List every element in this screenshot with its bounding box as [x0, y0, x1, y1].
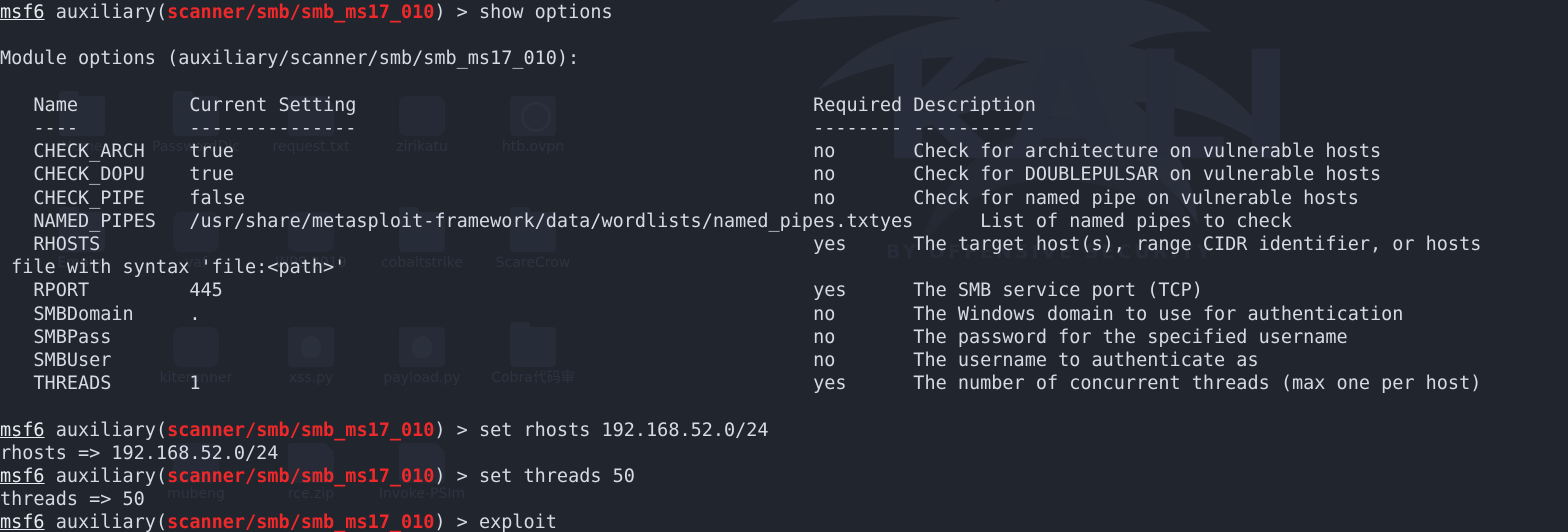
prompt-module: scanner/smb/smb_ms17_010: [167, 2, 434, 23]
rhosts-wrap-line-text: file with syntax 'file:<path>': [0, 257, 345, 278]
prompt-caret: ) >: [434, 420, 479, 441]
table-row: SMBPass no The password for the specifie…: [0, 326, 1348, 349]
table-row: NAMED_PIPES /usr/share/metasploit-framew…: [0, 210, 1292, 233]
module-options-header: Module options (auxiliary/scanner/smb/sm…: [0, 47, 579, 70]
prompt-module: scanner/smb/smb_ms17_010: [167, 512, 434, 532]
table-row-text: SMBPass no The password for the specifie…: [0, 327, 1348, 348]
table-rule-row-text: ---- --------------- -------- ----------…: [0, 118, 1036, 139]
command-text: exploit: [479, 512, 557, 532]
table-row-text: NAMED_PIPES /usr/share/metasploit-framew…: [0, 211, 1292, 232]
table-row-text: RHOSTS yes The target host(s), range CID…: [0, 234, 1481, 255]
echo-rhosts-text: rhosts => 192.168.52.0/24: [0, 443, 278, 464]
prompt-caret: ) >: [434, 512, 479, 532]
desktop-icon-label: Invoke-PSIm: [379, 486, 465, 502]
desktop-icon-label: mubeng: [167, 486, 225, 502]
module-options-header-text: Module options (auxiliary/scanner/smb/sm…: [0, 48, 579, 69]
prompt-module: scanner/smb/smb_ms17_010: [167, 420, 434, 441]
table-row-text: CHECK_ARCH true no Check for architectur…: [0, 141, 1381, 162]
prompt-line-set-rhosts: msf6 auxiliary(scanner/smb/smb_ms17_010)…: [0, 419, 769, 442]
desktop-icon-label: ScareCrow: [496, 255, 570, 271]
prompt-line-show-options: msf6 auxiliary(scanner/smb/smb_ms17_010)…: [0, 1, 613, 24]
command-text: set threads 50: [479, 466, 635, 487]
table-row: RHOSTS yes The target host(s), range CID…: [0, 233, 1481, 256]
prompt-line-exploit: msf6 auxiliary(scanner/smb/smb_ms17_010)…: [0, 511, 557, 532]
prompt-shell: msf6: [0, 2, 45, 23]
desktop-icon-label: cobaltstrike: [381, 255, 463, 271]
table-row-text: RPORT 445 yes The SMB service port (TCP): [0, 280, 1203, 301]
rhosts-wrap-line: file with syntax 'file:<path>': [0, 256, 345, 279]
table-row: THREADS 1 yes The number of concurrent t…: [0, 372, 1481, 395]
prompt-shell: msf6: [0, 420, 45, 441]
table-header-row: Name Current Setting Required Descriptio…: [0, 94, 1036, 117]
echo-threads-text: threads => 50: [0, 489, 145, 510]
prompt-context: auxiliary(: [45, 2, 168, 23]
table-row-text: CHECK_DOPU true no Check for DOUBLEPULSA…: [0, 164, 1381, 185]
terminal-window[interactable]: KALI BY OFFENSIVE SECURITY HomePasswordD…: [0, 0, 1568, 532]
table-row-text: CHECK_PIPE false no Check for named pipe…: [0, 188, 1359, 209]
table-row: CHECK_ARCH true no Check for architectur…: [0, 140, 1381, 163]
prompt-context: auxiliary(: [45, 512, 168, 532]
prompt-line-set-threads: msf6 auxiliary(scanner/smb/smb_ms17_010)…: [0, 465, 635, 488]
table-row-text: THREADS 1 yes The number of concurrent t…: [0, 373, 1481, 394]
prompt-module: scanner/smb/smb_ms17_010: [167, 466, 434, 487]
table-row: SMBUser no The username to authenticate …: [0, 349, 1259, 372]
prompt-shell: msf6: [0, 512, 45, 532]
prompt-context: auxiliary(: [45, 466, 168, 487]
command-text: show options: [479, 2, 613, 23]
echo-rhosts: rhosts => 192.168.52.0/24: [0, 442, 278, 465]
desktop-icon-label: rce.zip: [288, 486, 334, 502]
table-row-text: SMBUser no The username to authenticate …: [0, 350, 1259, 371]
table-row: CHECK_PIPE false no Check for named pipe…: [0, 187, 1359, 210]
prompt-context: auxiliary(: [45, 420, 168, 441]
table-row-text: SMBDomain . no The Windows domain to use…: [0, 304, 1403, 325]
echo-threads: threads => 50: [0, 488, 145, 511]
prompt-caret: ) >: [434, 466, 479, 487]
table-row: CHECK_DOPU true no Check for DOUBLEPULSA…: [0, 163, 1381, 186]
command-text: set rhosts 192.168.52.0/24: [479, 420, 769, 441]
prompt-shell: msf6: [0, 466, 45, 487]
prompt-caret: ) >: [434, 2, 479, 23]
table-rule-row: ---- --------------- -------- ----------…: [0, 117, 1036, 140]
table-row: RPORT 445 yes The SMB service port (TCP): [0, 279, 1203, 302]
table-header-row-text: Name Current Setting Required Descriptio…: [0, 95, 1036, 116]
table-row: SMBDomain . no The Windows domain to use…: [0, 303, 1403, 326]
